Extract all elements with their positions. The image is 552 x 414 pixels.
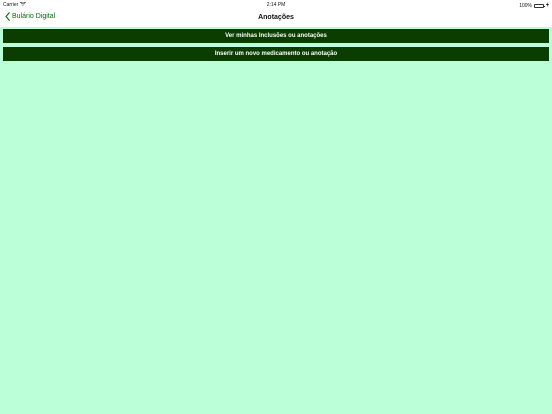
view-annotations-button[interactable]: Ver minhas Inclusões ou anotações: [3, 29, 549, 43]
battery-icon: [534, 3, 545, 8]
main-content: Ver minhas Inclusões ou anotações Inseri…: [3, 29, 549, 65]
page-title: Anotações: [258, 14, 294, 21]
battery-info: 100%: [519, 2, 549, 9]
navigation-bar: Bulário Digital Anotações: [0, 9, 552, 28]
status-time: 2:14 PM: [266, 2, 286, 8]
charging-icon: [546, 2, 549, 9]
battery-percent: 100%: [519, 2, 532, 9]
insert-medication-button[interactable]: Inserir um novo medicamento ou anotação: [3, 47, 549, 61]
status-bar: Carrier 2:14 PM 100%: [0, 0, 552, 9]
